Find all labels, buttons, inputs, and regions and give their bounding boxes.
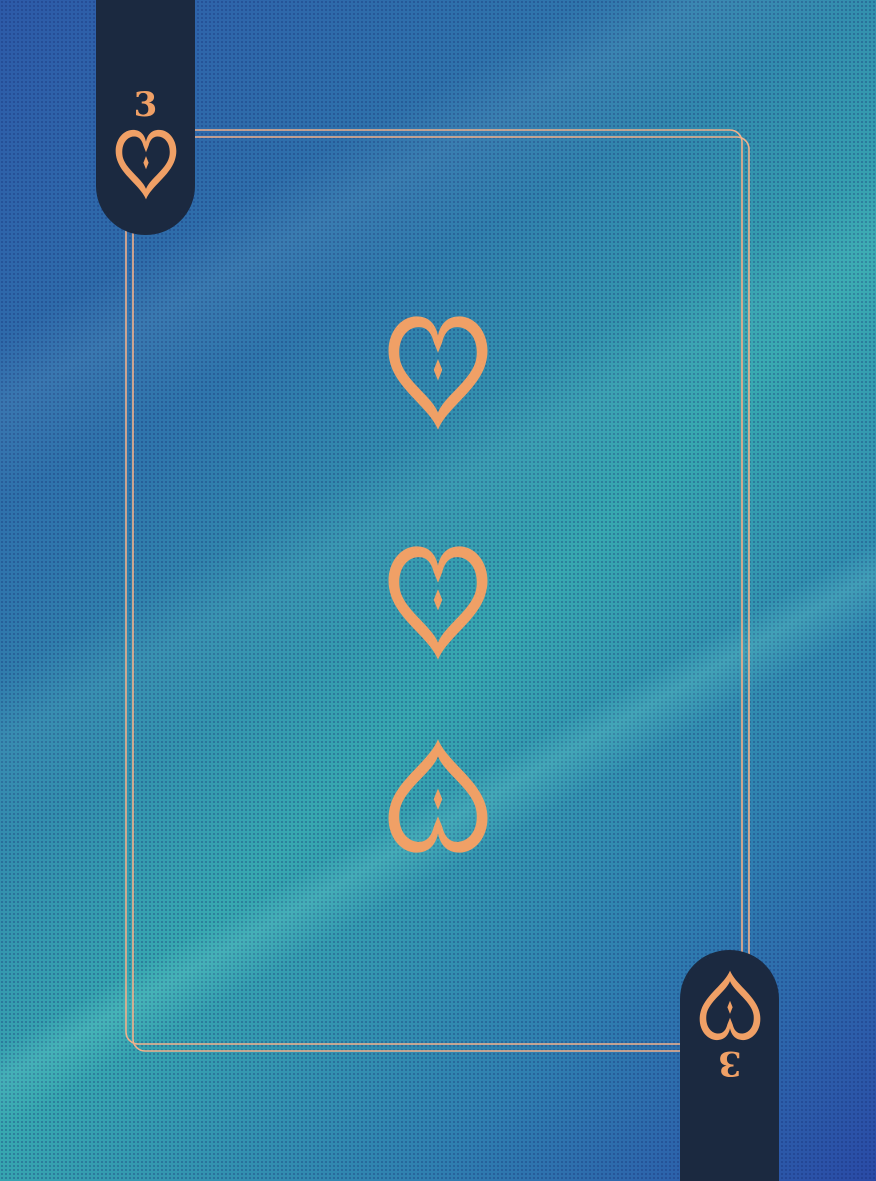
- rank-label: 3: [133, 85, 158, 125]
- top-left-corner-index: 3: [96, 0, 195, 235]
- heart-icon: [380, 735, 496, 859]
- heart-icon: [380, 540, 496, 664]
- playing-card: 3 3: [0, 0, 876, 1181]
- bottom-right-corner-index: 3: [680, 950, 779, 1181]
- heart-icon: [111, 126, 181, 202]
- rank-label: 3: [717, 1043, 742, 1083]
- heart-icon: [695, 968, 765, 1044]
- heart-icon: [380, 310, 496, 434]
